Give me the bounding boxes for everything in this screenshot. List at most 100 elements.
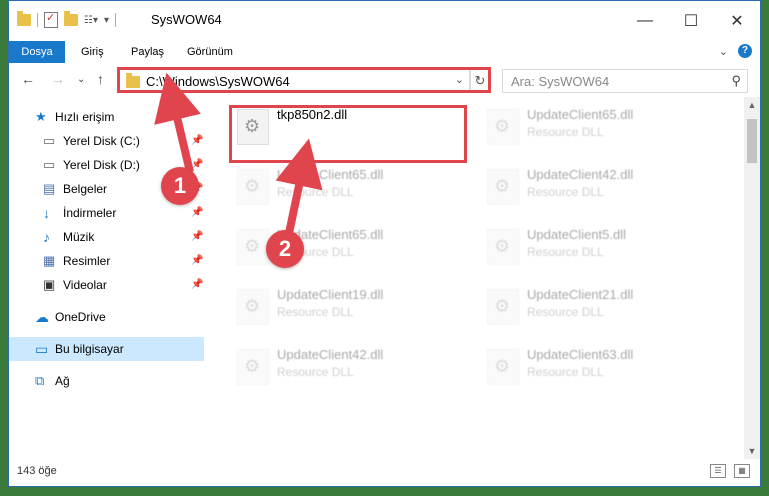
file-type: Resource DLL — [277, 365, 354, 379]
explorer-window: ☷▾ ▾ SysWOW64 — ☐ ✕ Dosya Giriş Paylaş G… — [8, 0, 761, 487]
recent-locations-icon[interactable]: ⌄ — [77, 74, 85, 85]
pictures-icon: ▦ — [43, 253, 56, 268]
customize-toolbar-icon[interactable]: ☷▾ — [84, 15, 98, 26]
status-bar: 143 öğe ☰ ▦ — [9, 459, 760, 486]
sidebar-item-videos[interactable]: ▣ Videolar 📌 — [9, 273, 204, 297]
tab-dosya[interactable]: Dosya — [9, 41, 65, 63]
sidebar-item-disk-c[interactable]: ▭ Yerel Disk (C:) 📌 — [9, 129, 204, 153]
file-item[interactable]: UpdateClient65.dll Resource DLL — [229, 221, 459, 273]
pin-icon[interactable]: 📌 — [191, 129, 203, 153]
ribbon-controls: ⌄ ? — [719, 44, 752, 58]
title-bar: ☷▾ ▾ SysWOW64 — ☐ ✕ — [9, 1, 760, 41]
file-item[interactable]: UpdateClient19.dll Resource DLL — [229, 281, 459, 333]
close-button[interactable]: ✕ — [714, 1, 760, 41]
help-icon[interactable]: ? — [738, 44, 752, 58]
file-name: UpdateClient21.dll — [527, 287, 634, 302]
maximize-button[interactable]: ☐ — [668, 1, 714, 41]
scroll-down-icon[interactable]: ▼ — [744, 443, 760, 459]
dll-file-icon — [487, 289, 519, 325]
drive-icon: ▭ — [43, 133, 56, 148]
address-highlight-box — [117, 67, 491, 93]
sidebar-item-pictures[interactable]: ▦ Resimler 📌 — [9, 249, 204, 273]
step-badge-1: 1 — [161, 167, 199, 205]
window-controls: — ☐ ✕ — [622, 1, 760, 41]
dll-file-icon — [487, 229, 519, 265]
documents-icon: ▤ — [43, 181, 56, 196]
sidebar-item-music[interactable]: ♪ Müzik 📌 — [9, 225, 204, 249]
sidebar-item-onedrive[interactable]: ☁ OneDrive — [9, 305, 204, 329]
back-arrow-icon[interactable]: ← — [21, 71, 35, 87]
file-item[interactable]: UpdateClient42.dll Resource DLL — [229, 341, 459, 393]
properties-icon[interactable] — [44, 11, 58, 28]
pin-icon[interactable]: 📌 — [191, 225, 203, 249]
sidebar-item-label: Yerel Disk (D:) — [63, 158, 140, 172]
file-item[interactable]: UpdateClient63.dll Resource DLL — [479, 341, 709, 393]
sidebar-item-label: Yerel Disk (C:) — [63, 134, 140, 148]
network-icon: ⧉ — [35, 373, 45, 388]
forward-arrow-icon[interactable]: → — [51, 71, 65, 87]
music-icon: ♪ — [43, 229, 50, 245]
tab-gorunum[interactable]: Görünüm — [187, 41, 233, 63]
search-box[interactable]: Ara: SysWOW64 ⚲ — [502, 69, 748, 93]
file-item[interactable]: UpdateClient65.dll Resource DLL — [229, 161, 459, 213]
file-item[interactable]: UpdateClient65.dll Resource DLL — [479, 101, 709, 153]
download-icon: ↓ — [43, 205, 50, 221]
pin-icon[interactable]: 📌 — [191, 201, 203, 225]
file-type: Resource DLL — [527, 365, 604, 379]
sidebar-item-label: Videolar — [63, 278, 107, 292]
sidebar-item-label: Hızlı erişim — [55, 110, 115, 124]
tab-paylas[interactable]: Paylaş — [131, 41, 164, 63]
up-arrow-icon[interactable]: ↑ — [97, 71, 104, 87]
minimize-button[interactable]: — — [622, 1, 668, 41]
file-type: Resource DLL — [277, 185, 354, 199]
sidebar-item-label: OneDrive — [55, 310, 106, 324]
dll-file-icon — [487, 109, 519, 145]
sidebar-item-quick-access[interactable]: ★ Hızlı erişim — [9, 105, 204, 129]
file-type: Resource DLL — [527, 125, 604, 139]
file-type: Resource DLL — [277, 305, 354, 319]
file-name: UpdateClient65.dll — [277, 167, 384, 182]
dll-file-icon — [237, 289, 269, 325]
star-icon: ★ — [35, 109, 47, 124]
file-item[interactable]: UpdateClient21.dll Resource DLL — [479, 281, 709, 333]
vertical-scrollbar[interactable]: ▲ ▼ — [744, 97, 760, 459]
dll-file-icon — [487, 349, 519, 385]
pin-icon[interactable]: 📌 — [191, 249, 203, 273]
toolbar-dropdown-icon[interactable]: ▾ — [104, 15, 109, 26]
folder-icon[interactable] — [17, 11, 31, 26]
toolbar-divider — [37, 13, 38, 27]
file-type: Resource DLL — [527, 305, 604, 319]
large-icons-view-icon[interactable]: ▦ — [734, 464, 750, 478]
sidebar-item-this-pc[interactable]: ▭ Bu bilgisayar — [9, 337, 204, 361]
file-name: UpdateClient19.dll — [277, 287, 384, 302]
search-placeholder[interactable]: Ara: SysWOW64 — [511, 74, 609, 89]
new-folder-icon[interactable] — [64, 11, 78, 26]
file-item[interactable]: UpdateClient5.dll Resource DLL — [479, 221, 709, 273]
step-badge-2: 2 — [266, 230, 304, 268]
pin-icon[interactable]: 📌 — [191, 273, 203, 297]
file-highlight-box — [229, 105, 467, 163]
drive-icon: ▭ — [43, 157, 56, 172]
search-icon[interactable]: ⚲ — [731, 73, 741, 89]
tab-giris[interactable]: Giriş — [81, 41, 104, 63]
cloud-icon: ☁ — [35, 309, 49, 325]
toolbar-divider — [115, 13, 117, 27]
scroll-thumb[interactable] — [747, 119, 757, 163]
sidebar-item-label: İndirmeler — [63, 206, 117, 220]
sidebar-item-label: Bu bilgisayar — [55, 342, 124, 356]
sidebar-item-network[interactable]: ⧉ Ağ — [9, 369, 204, 393]
sidebar-item-label: Ağ — [55, 374, 70, 388]
sidebar-item-downloads[interactable]: ↓ İndirmeler 📌 — [9, 201, 204, 225]
expand-ribbon-icon[interactable]: ⌄ — [719, 45, 728, 58]
sidebar-item-label: Müzik — [63, 230, 95, 244]
item-count: 143 öğe — [17, 465, 57, 477]
details-view-icon[interactable]: ☰ — [710, 464, 726, 478]
sidebar-item-label: Belgeler — [63, 182, 108, 196]
file-type: Resource DLL — [527, 185, 604, 199]
scroll-up-icon[interactable]: ▲ — [744, 97, 760, 113]
file-name: UpdateClient42.dll — [277, 347, 384, 362]
dll-file-icon — [237, 229, 269, 265]
navigation-pane: ★ Hızlı erişim ▭ Yerel Disk (C:) 📌 ▭ Yer… — [9, 97, 209, 467]
dll-file-icon — [237, 349, 269, 385]
file-item[interactable]: UpdateClient42.dll Resource DLL — [479, 161, 709, 213]
